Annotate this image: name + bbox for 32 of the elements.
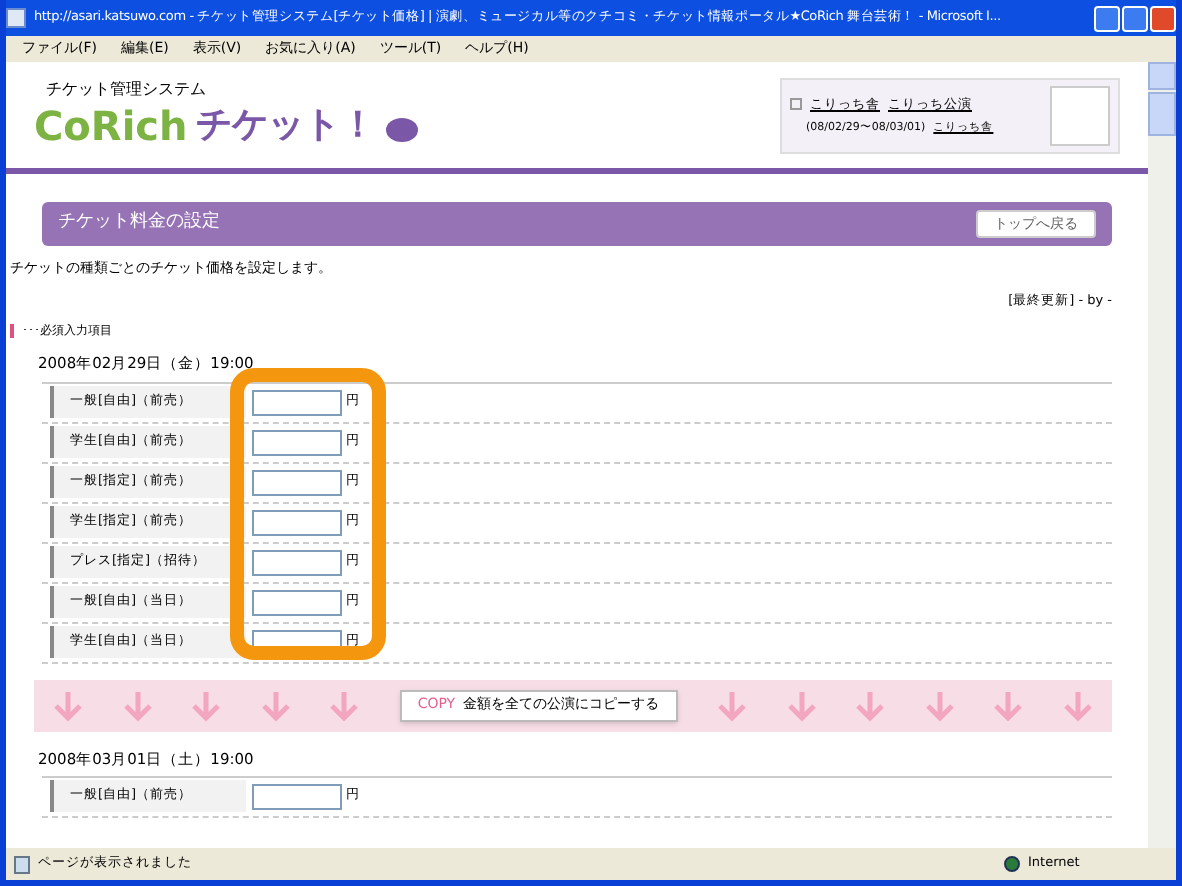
- down-arrow-icon: [856, 689, 885, 721]
- down-arrow-icon: [994, 689, 1023, 721]
- scrollbar[interactable]: [1148, 62, 1176, 848]
- image-placeholder: [1050, 86, 1110, 146]
- browser-icon: [6, 8, 26, 28]
- down-arrow-icon: [123, 689, 152, 721]
- section-title: チケット料金の設定: [58, 210, 220, 237]
- logo-text: CoRich: [34, 102, 188, 152]
- checkbox-icon: [790, 98, 802, 111]
- required-marker: [10, 324, 14, 339]
- down-arrow-icon: [1063, 689, 1092, 721]
- price-field[interactable]: [252, 783, 342, 810]
- price-field[interactable]: [252, 589, 342, 615]
- minimize-button[interactable]: [1094, 5, 1120, 31]
- down-arrow-icon: [192, 689, 221, 721]
- globe-icon: [1004, 856, 1020, 872]
- page-icon: [14, 855, 30, 873]
- price-field[interactable]: [252, 389, 342, 415]
- maximize-button[interactable]: [1122, 5, 1148, 31]
- down-arrow-icon: [330, 689, 359, 721]
- down-arrow-icon: [787, 689, 816, 721]
- price-field[interactable]: [252, 509, 342, 535]
- price-field[interactable]: [252, 549, 342, 575]
- logo-kana: チケット！: [195, 104, 376, 150]
- price-field[interactable]: [252, 429, 342, 455]
- price-field[interactable]: [252, 469, 342, 495]
- down-arrow-icon: [261, 689, 290, 721]
- down-arrow-icon: [718, 689, 747, 721]
- down-arrow-icon: [925, 689, 954, 721]
- system-name: チケット管理システム: [44, 78, 208, 102]
- down-arrow-icon: [54, 689, 83, 721]
- close-button[interactable]: [1150, 5, 1176, 31]
